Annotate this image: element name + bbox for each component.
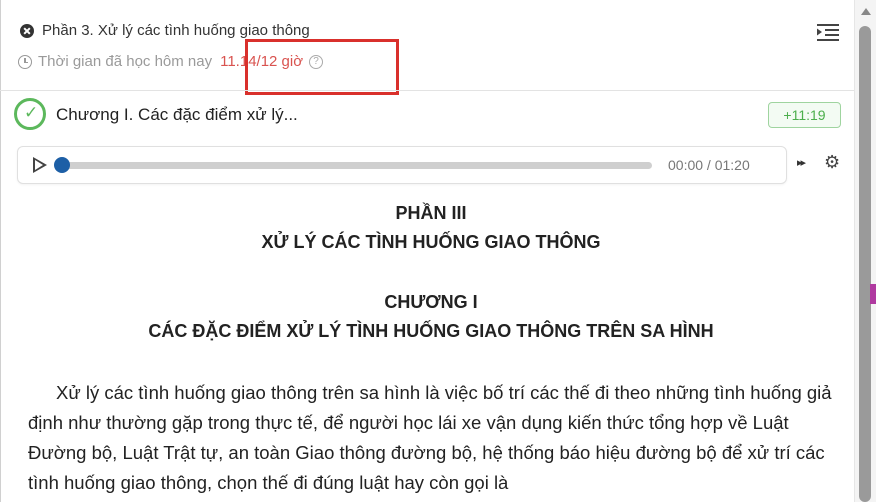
audio-progress-track[interactable] [62, 162, 652, 169]
section-title: Phần 3. Xử lý các tình huống giao thông [42, 22, 310, 39]
lesson-paragraph: Xử lý các tình huống giao thông trên sa … [28, 382, 832, 493]
audio-progress-knob[interactable] [54, 157, 70, 173]
edge-marker [870, 284, 876, 304]
part-title: XỬ LÝ CÁC TÌNH HUỐNG GIAO THÔNG [261, 232, 601, 252]
study-time-label: Thời gian đã học hôm nay [38, 53, 213, 70]
audio-player: 00:00 / 01:20 [17, 146, 787, 184]
duration-badge: +11:19 [768, 102, 841, 128]
chapter-heading: CHƯƠNG I [384, 292, 478, 312]
check-icon [14, 98, 46, 130]
scroll-up-icon[interactable] [861, 8, 871, 15]
header-divider [0, 90, 854, 91]
chapter-full-title: CÁC ĐẶC ĐIỂM XỬ LÝ TÌNH HUỐNG GIAO THÔNG… [148, 321, 714, 341]
speed-icon[interactable]: ▸▸ [797, 156, 806, 169]
annotation-highlight-box [245, 39, 399, 95]
audio-time: 00:00 / 01:20 [668, 157, 750, 173]
gear-icon[interactable]: ⚙ [824, 152, 840, 173]
menu-list-icon[interactable] [815, 22, 841, 42]
close-icon[interactable] [20, 23, 34, 38]
scrollbar-thumb[interactable] [859, 26, 871, 502]
lesson-panel: Phần 3. Xử lý các tình huống giao thông … [0, 0, 854, 502]
part-heading: PHẦN III [395, 203, 467, 223]
play-icon[interactable] [33, 157, 47, 173]
section-title-row: Phần 3. Xử lý các tình huống giao thông [20, 22, 310, 39]
clock-icon [18, 54, 32, 69]
chapter-title[interactable]: Chương I. Các đặc điểm xử lý... [56, 105, 298, 125]
scrollbar[interactable] [854, 0, 876, 502]
